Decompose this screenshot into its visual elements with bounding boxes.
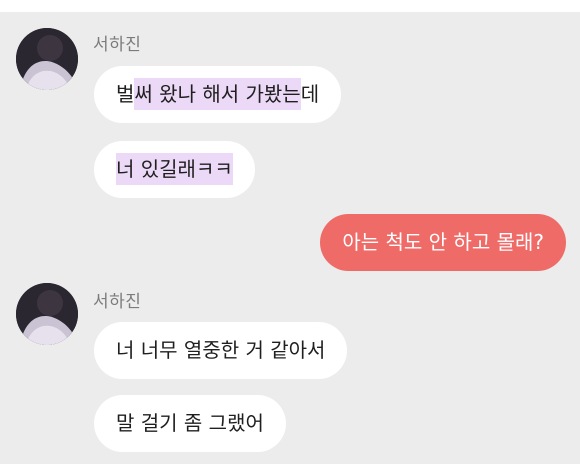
avatar-photo-icon	[16, 283, 78, 345]
highlighted-text: 너 있길래ㅋㅋ	[116, 153, 233, 185]
message-text: 말 걸기 좀 그랬어	[116, 411, 264, 435]
sender-name: 서하진	[93, 292, 142, 312]
message-bubble[interactable]: 너 있길래ㅋㅋ	[94, 141, 255, 198]
my-message-bubble[interactable]: 아는 척도 안 하고 몰래?	[320, 214, 566, 271]
top-bar	[0, 0, 580, 12]
highlighted-text: 써 왔나 해서 가봤는	[134, 78, 301, 110]
message-bubble[interactable]: 말 걸기 좀 그랬어	[94, 395, 286, 452]
avatar-photo-icon	[16, 28, 78, 90]
chat-window: 서하진 벌써 왔나 해서 가봤는데 너 있길래ㅋㅋ 아는 척도 안 하고 몰래?…	[0, 0, 580, 464]
message-bubble[interactable]: 벌써 왔나 해서 가봤는데	[94, 66, 342, 123]
sender-avatar[interactable]	[16, 28, 78, 90]
message-text-start: 벌	[116, 82, 135, 106]
my-message-text: 아는 척도 안 하고 몰래?	[342, 230, 544, 254]
message-text: 너 너무 열중한 거 같아서	[116, 338, 326, 362]
sender-avatar[interactable]	[16, 283, 78, 345]
message-bubble[interactable]: 너 너무 열중한 거 같아서	[94, 322, 348, 379]
sender-name: 서하진	[93, 35, 142, 55]
message-text-end: 데	[300, 82, 320, 106]
